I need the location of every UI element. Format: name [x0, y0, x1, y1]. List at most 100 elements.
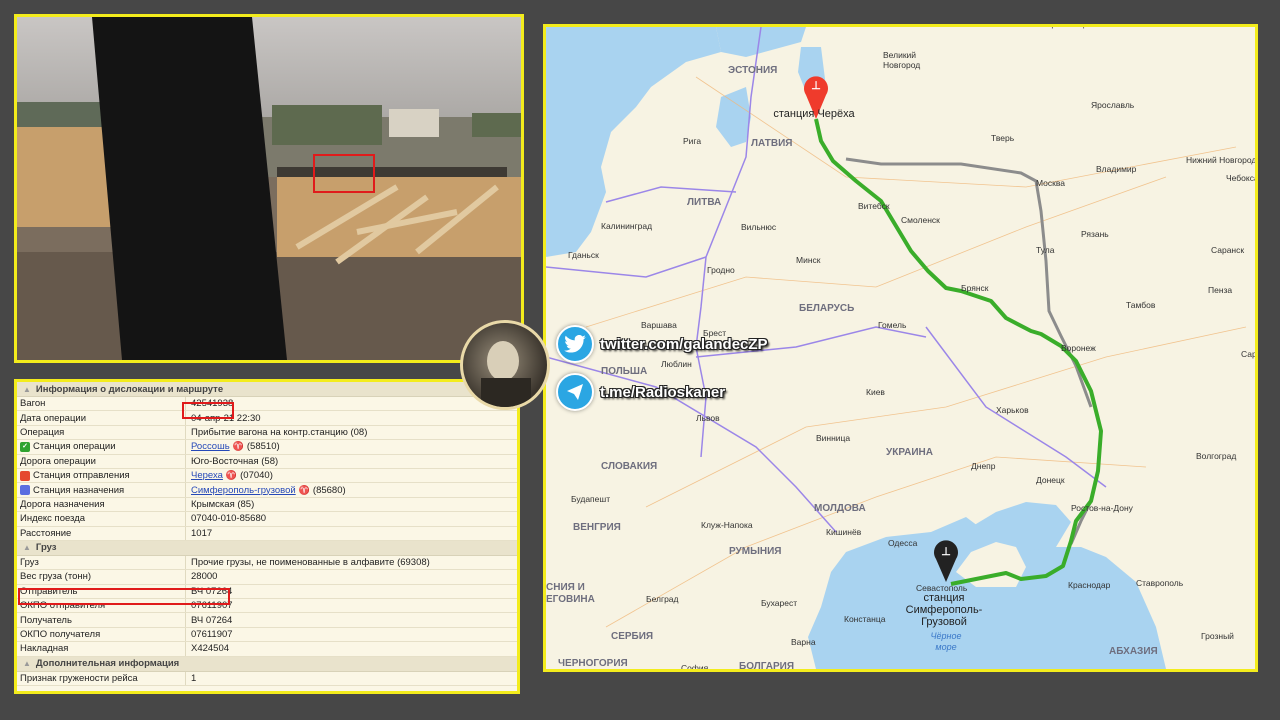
city-label: Краснодар [1068, 580, 1111, 590]
row-value: 07611907 [191, 629, 233, 641]
country-label: ЛАТВИЯ [751, 138, 792, 149]
row-value: Прибытие вагона на контр.станцию (08) [191, 426, 368, 438]
city-label: Минск [796, 255, 821, 265]
telegram-icon [556, 373, 594, 411]
city-label: Ростов-на-Дону [1071, 503, 1134, 513]
city-label: Саранск [1211, 245, 1244, 255]
table-row: Груз Прочие грузы, не поименованные в алф… [17, 555, 517, 571]
city-label: Кишинёв [826, 527, 862, 537]
station-link[interactable]: Симферополь-грузовой [191, 485, 296, 496]
city-label: Харьков [996, 405, 1029, 415]
country-label: ЕГОВИНА [546, 594, 595, 605]
station-code: (85680) [312, 484, 346, 496]
train-icon: ⊥ [941, 546, 951, 558]
collapse-icon: ▲ [23, 384, 31, 394]
table-row: Расстояние 1017 [17, 526, 517, 541]
city-label: Волгоград [1196, 451, 1236, 461]
row-label: Дорога назначения [17, 497, 186, 512]
row-label: Индекс поезда [17, 512, 186, 526]
city-label: Череповец [1041, 27, 1084, 29]
station-badge-icon [20, 485, 30, 496]
city-label: Тула [1036, 245, 1055, 255]
section-title: Дополнительная информация [35, 658, 180, 670]
row-label: ✓ Станция операции [17, 440, 186, 454]
country-label: БОЛГАРИЯ [739, 661, 794, 669]
station-code: (58510) [246, 441, 280, 453]
twitter-link[interactable]: twitter.com/galandecZP [556, 325, 768, 363]
sea-label: Чёрное [930, 631, 961, 641]
city-label: Гданьск [568, 250, 599, 260]
city-label: Москва [1036, 178, 1065, 188]
city-label: Тамбов [1126, 300, 1156, 310]
sender-highlight [18, 588, 230, 605]
city-label: Воронеж [1061, 343, 1096, 353]
section-header[interactable]: ▲ Дополнительная информация [17, 656, 517, 672]
section-header[interactable]: ▲ Груз [17, 540, 517, 556]
country-label: ЭСТОНИЯ [728, 65, 777, 76]
city-label: Клуж-Напока [701, 520, 753, 530]
wagon-number-highlight [182, 402, 234, 419]
country-label: ВЕНГРИЯ [573, 522, 621, 533]
station-info-icon[interactable]: ♈ [226, 470, 237, 481]
station-info-icon[interactable]: ♈ [299, 485, 310, 496]
row-label: Груз [17, 555, 186, 570]
avatar [460, 320, 550, 410]
row-label: Станция отправления [17, 468, 186, 483]
city-label: Витебск [858, 201, 890, 211]
table-row: Вагон 42541938 [17, 397, 517, 412]
station-info-icon[interactable]: ♈ [233, 441, 244, 452]
photo-scene [17, 17, 521, 360]
city-label: Донецк [1036, 475, 1065, 485]
section-title: Информация о дислокации и маршруте [35, 383, 224, 395]
twitter-icon [556, 325, 594, 363]
row-value: ВЧ 07264 [191, 614, 233, 626]
row-value: 07040-010-85680 [191, 513, 267, 525]
city-label: Саратов [1241, 349, 1255, 359]
row-label: Получатель [17, 613, 186, 627]
table-row: Индекс поезда 07040-010-85680 [17, 512, 517, 527]
row-label: Операция [17, 425, 186, 440]
city-label: Вильнюс [741, 222, 777, 232]
section-header[interactable]: ▲ Информация о дислокации и маршруте [17, 382, 517, 397]
country-label: АБХАЗИЯ [1109, 646, 1158, 657]
row-label: Станция назначения [17, 483, 186, 497]
city-label: Ярославль [1091, 100, 1135, 110]
sea-of-azov [971, 502, 1071, 552]
country-label: ЛИТВА [687, 197, 721, 208]
row-label: Дата операции [17, 411, 186, 425]
row-label: Накладная [17, 642, 186, 656]
city-label: Рига [683, 136, 701, 146]
destination-station-label: станция [923, 592, 964, 604]
table-row: Дорога операции Юго-Восточная (58) [17, 454, 517, 469]
table-row: Признак гружености рейса 1 [17, 671, 517, 687]
row-label: Дорога операции [17, 454, 186, 468]
station-link[interactable]: Череха [191, 470, 223, 481]
table-row: Вес груза (тонн) 28000 [17, 570, 517, 585]
row-value: 28000 [191, 571, 218, 583]
city-label: Львов [696, 413, 720, 423]
row-value: 1017 [191, 527, 213, 539]
city-label: Калининград [601, 221, 652, 231]
sea-label: море [935, 642, 956, 652]
city-label: Варна [791, 637, 816, 647]
city-label: Владимир [1096, 164, 1137, 174]
station-code: (07040) [240, 470, 273, 482]
city-label: Будапешт [571, 494, 610, 504]
origin-station-label: станция Черёха [773, 108, 855, 120]
military-vehicle [272, 105, 382, 145]
table-row: Накладная Х424504 [17, 642, 517, 657]
check-icon: ✓ [20, 441, 30, 452]
country-label: РУМЫНИЯ [729, 546, 781, 557]
destination-station-label: Грузовой [921, 616, 967, 628]
station-link[interactable]: Россошь [191, 441, 230, 452]
gulf-of-riga [716, 87, 751, 147]
telegram-link[interactable]: t.me/Radioskaner [556, 373, 725, 411]
telegram-handle: t.me/Radioskaner [600, 383, 726, 401]
city-label: Киев [866, 387, 885, 397]
city-label: Грозный [1201, 631, 1234, 641]
country-label: ЧЕРНОГОРИЯ [558, 658, 628, 669]
row-label: Вес груза (тонн) [17, 570, 186, 584]
row-value: Х424504 [191, 643, 230, 655]
city-label: Рязань [1081, 229, 1109, 239]
city-label: Севастополь [916, 583, 968, 593]
